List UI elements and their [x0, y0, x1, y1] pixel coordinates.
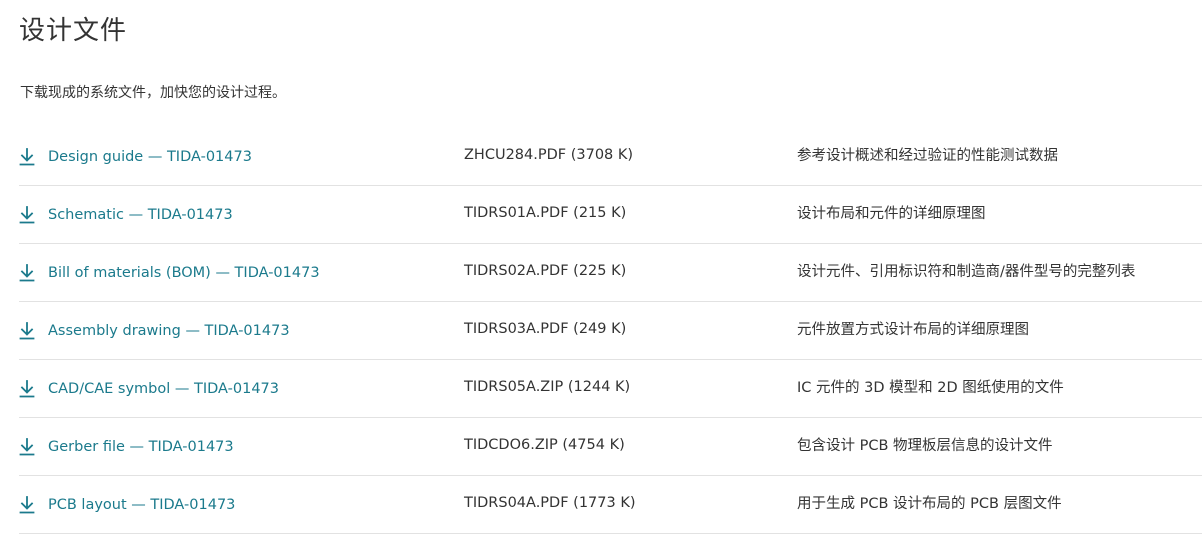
download-icon: [19, 263, 35, 282]
file-description: 设计布局和元件的详细原理图: [797, 206, 986, 222]
download-link-gerber-file[interactable]: Gerber file — TIDA-01473: [19, 418, 234, 475]
file-row: PCB layout — TIDA-01473 TIDRS04A.PDF (17…: [19, 476, 1202, 534]
download-link-label: PCB layout — TIDA-01473: [48, 496, 236, 513]
download-link-label: Schematic — TIDA-01473: [48, 206, 233, 223]
download-link-label: Assembly drawing — TIDA-01473: [48, 322, 290, 339]
design-file-list: Design guide — TIDA-01473 ZHCU284.PDF (3…: [19, 128, 1202, 534]
file-row: Assembly drawing — TIDA-01473 TIDRS03A.P…: [19, 302, 1202, 360]
download-icon: [19, 147, 35, 166]
file-name: TIDRS03A.PDF (249 K): [464, 321, 627, 337]
file-row: Gerber file — TIDA-01473 TIDCDO6.ZIP (47…: [19, 418, 1202, 476]
file-description: IC 元件的 3D 模型和 2D 图纸使用的文件: [797, 380, 1064, 396]
download-link-cad-cae-symbol[interactable]: CAD/CAE symbol — TIDA-01473: [19, 360, 279, 417]
file-description: 包含设计 PCB 物理板层信息的设计文件: [797, 438, 1053, 454]
file-description: 元件放置方式设计布局的详细原理图: [797, 322, 1029, 338]
file-description: 用于生成 PCB 设计布局的 PCB 层图文件: [797, 496, 1062, 512]
download-link-bom[interactable]: Bill of materials (BOM) — TIDA-01473: [19, 244, 320, 301]
page-subtitle: 下载现成的系统文件，加快您的设计过程。: [20, 85, 286, 101]
download-icon: [19, 495, 35, 514]
file-description: 设计元件、引用标识符和制造商/器件型号的完整列表: [797, 264, 1136, 280]
file-name: TIDRS04A.PDF (1773 K): [464, 495, 636, 511]
download-link-schematic[interactable]: Schematic — TIDA-01473: [19, 186, 233, 243]
file-name: TIDRS01A.PDF (215 K): [464, 205, 627, 221]
download-link-label: Gerber file — TIDA-01473: [48, 438, 234, 455]
file-row: Design guide — TIDA-01473 ZHCU284.PDF (3…: [19, 128, 1202, 186]
file-name: ZHCU284.PDF (3708 K): [464, 147, 634, 163]
file-row: Schematic — TIDA-01473 TIDRS01A.PDF (215…: [19, 186, 1202, 244]
download-icon: [19, 321, 35, 340]
file-row: CAD/CAE symbol — TIDA-01473 TIDRS05A.ZIP…: [19, 360, 1202, 418]
download-link-label: CAD/CAE symbol — TIDA-01473: [48, 380, 279, 397]
download-link-label: Design guide — TIDA-01473: [48, 148, 252, 165]
download-icon: [19, 379, 35, 398]
file-row: Bill of materials (BOM) — TIDA-01473 TID…: [19, 244, 1202, 302]
file-name: TIDRS05A.ZIP (1244 K): [464, 379, 631, 395]
download-link-pcb-layout[interactable]: PCB layout — TIDA-01473: [19, 476, 235, 533]
download-link-design-guide[interactable]: Design guide — TIDA-01473: [19, 128, 252, 185]
file-name: TIDRS02A.PDF (225 K): [464, 263, 627, 279]
download-icon: [19, 437, 35, 456]
download-link-label: Bill of materials (BOM) — TIDA-01473: [48, 264, 320, 281]
file-description: 参考设计概述和经过验证的性能测试数据: [797, 148, 1058, 164]
page-title: 设计文件: [19, 16, 128, 46]
download-link-assembly-drawing[interactable]: Assembly drawing — TIDA-01473: [19, 302, 290, 359]
file-name: TIDCDO6.ZIP (4754 K): [464, 437, 625, 453]
download-icon: [19, 205, 35, 224]
